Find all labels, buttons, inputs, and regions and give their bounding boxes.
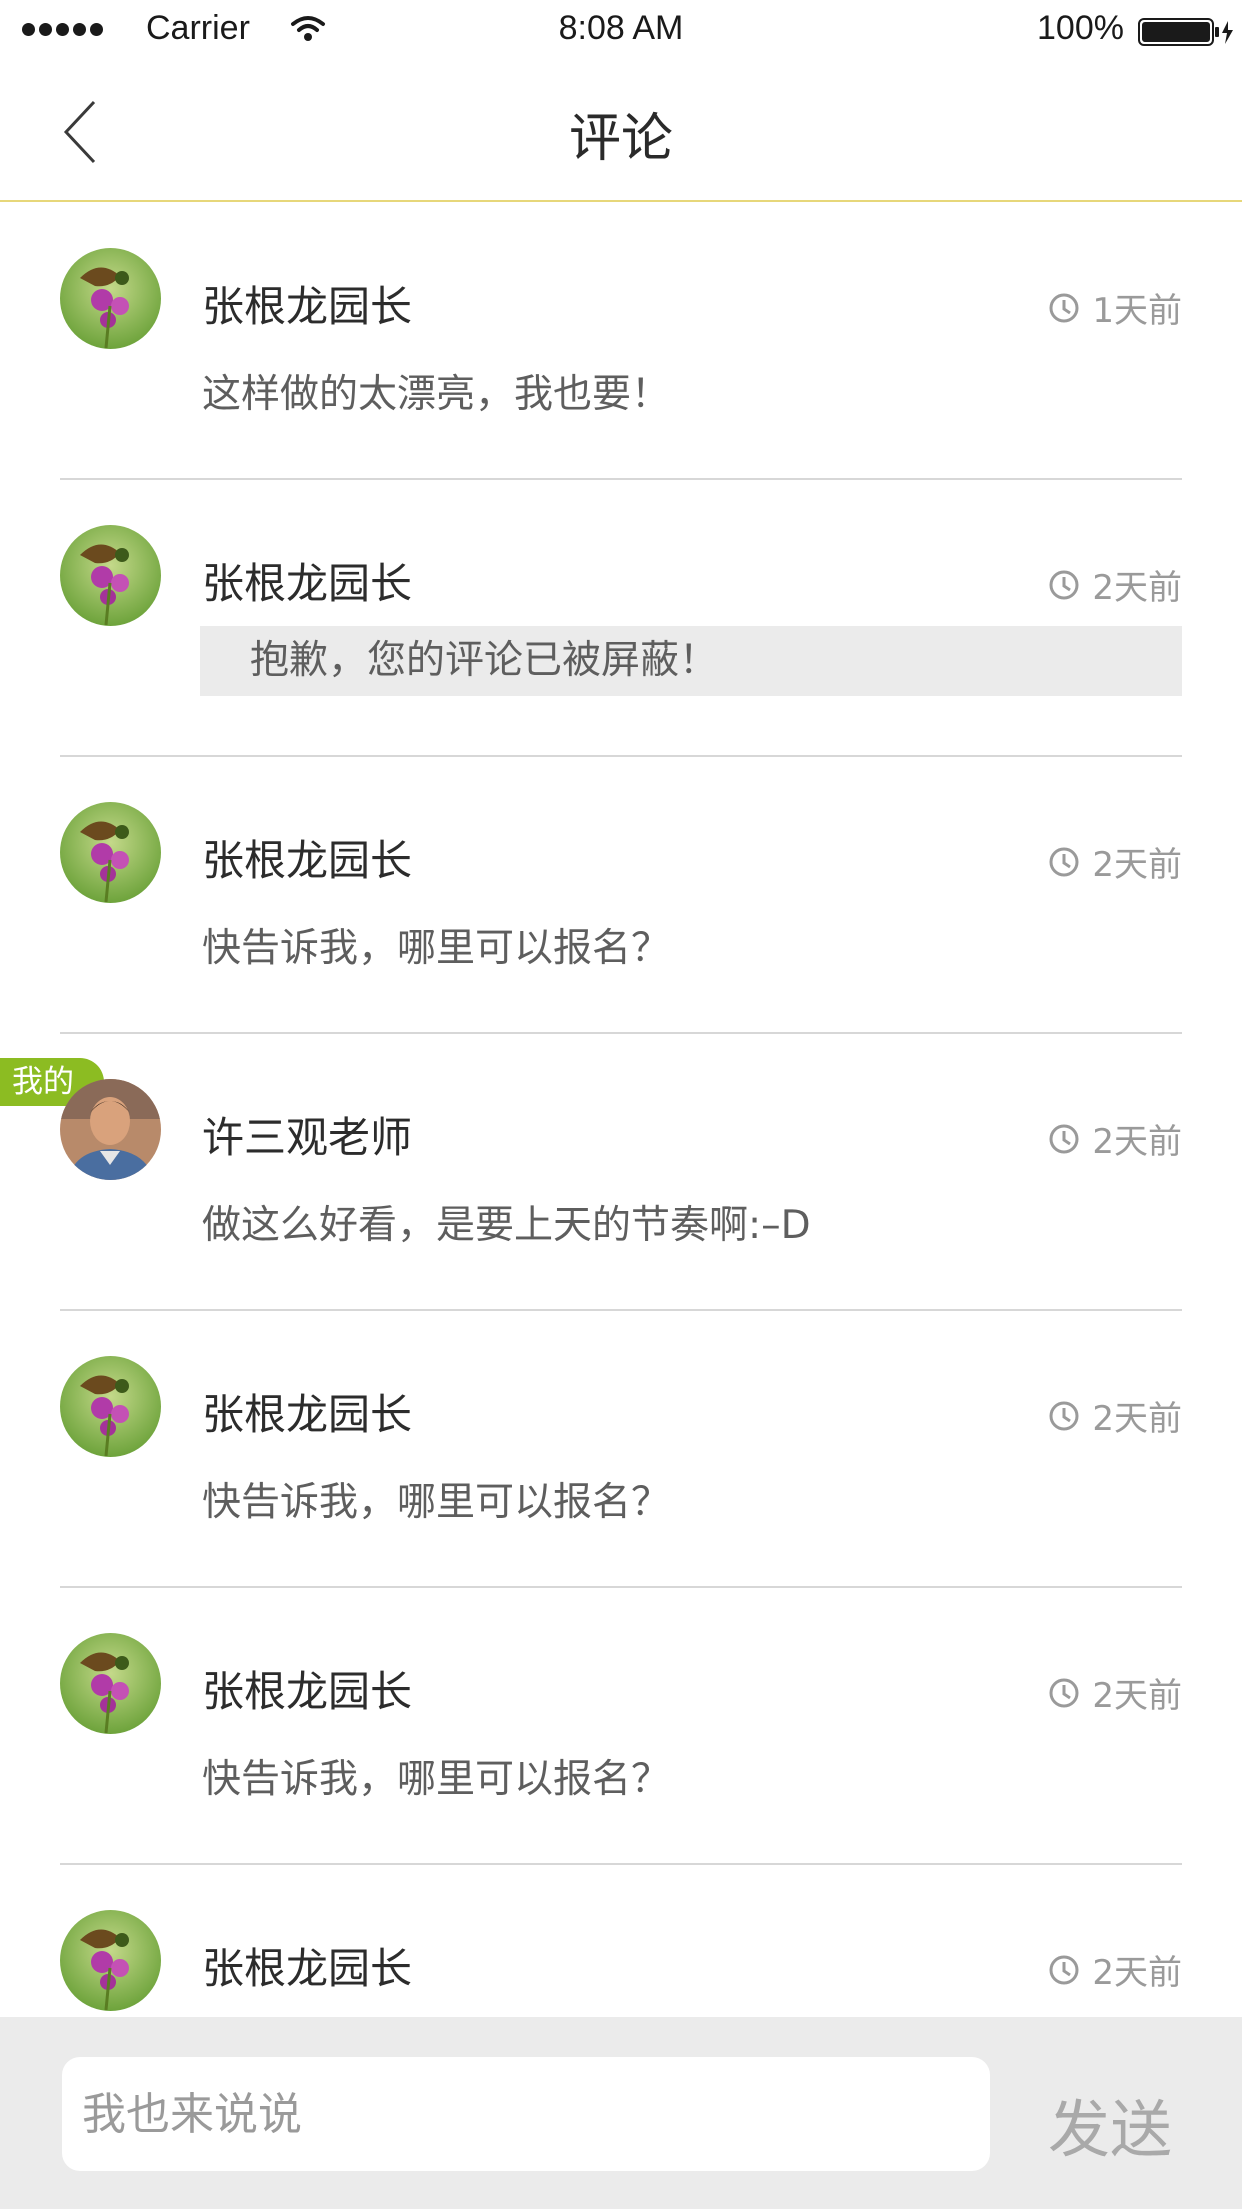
clock-icon <box>1049 1401 1079 1430</box>
orchid-bird-avatar[interactable] <box>60 1356 161 1457</box>
status-bar: Carrier 8:08 AM 100% <box>0 0 1242 62</box>
comment-author[interactable]: 张根龙园长 <box>202 550 412 611</box>
comment-time-label: 2天前 <box>1092 568 1182 608</box>
blocked-comment-notice: 抱歉，您的评论已被屏蔽！ <box>200 626 1182 696</box>
battery-percentage: 100% <box>1037 9 1124 47</box>
comment-item: 张根龙园长 2天前 快告诉我，哪里可以报名？ <box>0 1311 1242 1588</box>
clock-icon <box>1049 1124 1079 1153</box>
comment-item: 张根龙园长 2天前 抱歉，您的评论已被屏蔽！ <box>0 480 1242 757</box>
comment-item: 张根龙园长 2天前 快告诉我，哪里可以报名？ <box>0 1588 1242 1865</box>
comment-time-label: 2天前 <box>1092 845 1182 885</box>
comment-author[interactable]: 张根龙园长 <box>202 1935 412 1996</box>
comment-text: 这样做的太漂亮，我也要！ <box>202 372 671 417</box>
comment-time-label: 2天前 <box>1092 1953 1182 1993</box>
orchid-bird-avatar[interactable] <box>60 525 161 626</box>
clock-icon <box>1049 1955 1079 1984</box>
comment-text: 快告诉我，哪里可以报名？ <box>202 1480 671 1525</box>
comment-time-label: 2天前 <box>1092 1122 1182 1162</box>
comment-author[interactable]: 张根龙园长 <box>202 1381 412 1442</box>
page-title: 评论 <box>568 109 673 169</box>
orchid-bird-avatar[interactable] <box>60 1910 161 2011</box>
comment-author[interactable]: 许三观老师 <box>202 1104 412 1165</box>
comment-list: 张根龙园长 1天前 这样做的太漂亮，我也要！ 张根龙园长 2天前 抱歉，您的评论… <box>0 203 1242 2142</box>
clock-icon <box>1049 293 1079 322</box>
comment-time-label: 2天前 <box>1092 1399 1182 1439</box>
comment-input-bar: 发送 <box>0 2017 1242 2209</box>
comment-time-label: 2天前 <box>1092 1676 1182 1716</box>
comment-time-label: 1天前 <box>1092 291 1182 331</box>
clock-icon <box>1049 570 1079 599</box>
orchid-bird-avatar[interactable] <box>60 1633 161 1734</box>
comment-item-mine: 我的 许三观老师 2天前 做这么好看，是要上天的节奏啊:–D <box>0 1034 1242 1311</box>
comment-time: 2天前 <box>1048 1114 1182 1163</box>
comment-time: 2天前 <box>1048 837 1182 886</box>
navigation-bar: 评论 <box>0 62 1242 202</box>
comment-text: 做这么好看，是要上天的节奏啊:–D <box>202 1203 811 1248</box>
battery-icon <box>1138 17 1238 51</box>
comment-item: 张根龙园长 2天前 快告诉我，哪里可以报名？ <box>0 757 1242 1034</box>
comment-time: 1天前 <box>1048 283 1182 332</box>
comment-text: 快告诉我，哪里可以报名？ <box>202 926 671 971</box>
comment-input[interactable] <box>62 2057 990 2171</box>
man-portrait-avatar[interactable] <box>60 1079 161 1180</box>
comment-item: 张根龙园长 1天前 这样做的太漂亮，我也要！ <box>0 203 1242 480</box>
clock-icon <box>1049 847 1079 876</box>
orchid-bird-avatar[interactable] <box>60 802 161 903</box>
comment-time: 2天前 <box>1048 1668 1182 1717</box>
comment-text: 快告诉我，哪里可以报名？ <box>202 1757 671 1802</box>
comment-author[interactable]: 张根龙园长 <box>202 273 412 334</box>
comment-time: 2天前 <box>1048 1945 1182 1994</box>
orchid-bird-avatar[interactable] <box>60 248 161 349</box>
comment-author[interactable]: 张根龙园长 <box>202 827 412 888</box>
clock-icon <box>1049 1678 1079 1707</box>
comment-time: 2天前 <box>1048 1391 1182 1440</box>
send-button[interactable]: 发送 <box>1048 2079 1172 2169</box>
comment-time: 2天前 <box>1048 560 1182 609</box>
comment-author[interactable]: 张根龙园长 <box>202 1658 412 1719</box>
